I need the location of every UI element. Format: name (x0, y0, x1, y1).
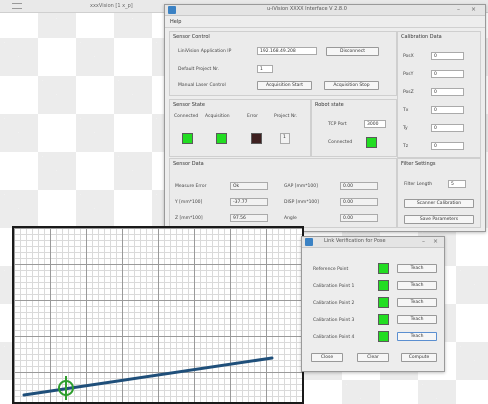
reference-point-led (378, 263, 389, 274)
calib-label-posz: PosZ (403, 90, 414, 95)
z-field: 97.56 (230, 214, 268, 222)
app-ip-input[interactable]: 192.168.49.208 (257, 47, 317, 55)
tcp-port-input[interactable]: 3000 (364, 120, 386, 128)
profile-viewer[interactable] (12, 226, 304, 404)
project-nr-label: Project Nr. (274, 114, 298, 119)
disp-label: DISP [mm*100] (284, 200, 319, 205)
calib-dialog-title: Link Verification for Pose (324, 238, 386, 244)
default-project-label: Default Project Nr. (178, 67, 219, 72)
calib-input-posz[interactable]: 0 (431, 88, 464, 96)
angle-label: Angle (284, 216, 297, 221)
acquisition-stop-button[interactable]: Acquisition Stop (324, 81, 379, 90)
calibration-data-group: Calibration Data PosX 0 PosY 0 PosZ 0 Tx… (397, 31, 481, 158)
calibration-point-3-led (378, 314, 389, 325)
teach-button-calibration-point-3[interactable]: Teach (397, 315, 437, 324)
calib-input-posx[interactable]: 0 (431, 52, 464, 60)
calib-input-ty[interactable]: 0 (431, 124, 464, 132)
error-label: Error (247, 114, 258, 119)
sensor-data-group: Sensor Data Measure Error Ok GAP [mm*100… (169, 158, 397, 228)
measure-error-label: Measure Error (175, 184, 207, 189)
calibration-point-2-led (378, 297, 389, 308)
main-window-titlebar[interactable]: u-iVision XXXX Interface V 2.8.0 – × (165, 5, 485, 16)
calib-input-tx[interactable]: 0 (431, 106, 464, 114)
teach-button-reference-point[interactable]: Teach (397, 264, 437, 273)
teach-button-calibration-point-4[interactable]: Teach (397, 332, 437, 341)
calib-dialog-titlebar[interactable]: Link Verification for Pose – × (302, 237, 444, 248)
manual-laser-label: Manual Laser Control (178, 83, 226, 88)
calibration-point-2-label: Calibration Point 2 (313, 301, 355, 306)
profile-line (22, 356, 274, 397)
filter-length-input[interactable]: 5 (448, 180, 466, 188)
close-button[interactable]: Close (311, 353, 343, 362)
z-label: Z [mm*100] (175, 216, 203, 221)
acquisition-label: Acquisition (205, 114, 230, 119)
calib-label-posy: PosY (403, 72, 414, 77)
robot-state-title: Robot state (315, 102, 344, 108)
robot-state-group: Robot state TCP Port 3000 Connected (311, 99, 397, 157)
calib-label-tz: Tz (403, 144, 409, 149)
dialog-app-icon (305, 238, 313, 246)
dialog-close-icon[interactable]: × (433, 238, 438, 245)
calibration-data-title: Calibration Data (401, 34, 442, 40)
teach-button-calibration-point-2[interactable]: Teach (397, 298, 437, 307)
angle-field: 0.00 (340, 214, 378, 222)
calibration-point-1-led (378, 280, 389, 291)
disp-field: 0.00 (340, 198, 378, 206)
connected-led (182, 133, 193, 144)
minimize-icon[interactable]: – (457, 6, 460, 13)
robot-connected-led (366, 137, 377, 148)
menu-help[interactable]: Help (170, 19, 181, 25)
sensor-state-group: Sensor State Connected Acquisition Error… (169, 99, 311, 157)
acquisition-led (216, 133, 227, 144)
sensor-data-title: Sensor Data (173, 161, 204, 167)
disconnect-button[interactable]: Disconnect (326, 47, 379, 56)
compute-button[interactable]: Compute (401, 353, 437, 362)
profile-plot (22, 356, 274, 400)
scanner-calibration-button[interactable]: Scanner Calibration (404, 199, 474, 208)
calib-dialog: Link Verification for Pose – × Reference… (301, 236, 445, 372)
sensor-control-group: Sensor Control LiniVision Application IP… (169, 31, 397, 96)
clear-button[interactable]: Clear (357, 353, 389, 362)
project-nr-field: 1 (280, 133, 290, 144)
calibration-point-1-label: Calibration Point 1 (313, 284, 355, 289)
sensor-control-title: Sensor Control (173, 34, 210, 40)
menubar-divider (165, 27, 485, 28)
y-label: Y [mm*100] (175, 200, 203, 205)
calibration-point-4-led (378, 331, 389, 342)
filter-length-label: Filter Length (404, 182, 433, 187)
calib-label-tx: Tx (403, 108, 409, 113)
background-window-menu-icon[interactable] (12, 3, 22, 9)
connected-label: Connected (174, 114, 199, 119)
dialog-minimize-icon[interactable]: – (422, 238, 425, 245)
default-project-input[interactable]: 1 (257, 65, 273, 73)
main-window: u-iVision XXXX Interface V 2.8.0 – × Hel… (164, 4, 486, 232)
gap-label: GAP [mm*100] (284, 184, 318, 189)
calib-input-posy[interactable]: 0 (431, 70, 464, 78)
gap-field: 0.00 (340, 182, 378, 190)
robot-connected-label: Connected (328, 140, 353, 145)
measure-error-field: Ok (230, 182, 268, 190)
calib-input-tz[interactable]: 0 (431, 142, 464, 150)
save-parameters-button[interactable]: Save Parameters (404, 215, 474, 224)
error-led (251, 133, 262, 144)
app-icon (168, 6, 176, 14)
calib-label-ty: Ty (403, 126, 408, 131)
main-window-title: u-iVision XXXX Interface V 2.8.0 (267, 6, 347, 12)
y-field: -37.77 (230, 198, 268, 206)
close-icon[interactable]: × (471, 6, 476, 13)
calib-label-posx: PosX (403, 54, 414, 59)
background-window-title: xxxVision [1 x_p] (90, 3, 133, 9)
acquisition-start-button[interactable]: Acquisition Start (257, 81, 312, 90)
teach-button-calibration-point-1[interactable]: Teach (397, 281, 437, 290)
app-ip-label: LiniVision Application IP (178, 49, 232, 54)
sensor-state-title: Sensor State (173, 102, 205, 108)
calibration-point-3-label: Calibration Point 3 (313, 318, 355, 323)
reference-point-label: Reference Point (313, 267, 349, 272)
filter-settings-group: Filter Settings Filter Length 5 Scanner … (397, 158, 481, 228)
filter-settings-title: Filter Settings (401, 161, 436, 167)
calibration-point-4-label: Calibration Point 4 (313, 335, 355, 340)
tcp-port-label: TCP Port (328, 122, 347, 127)
